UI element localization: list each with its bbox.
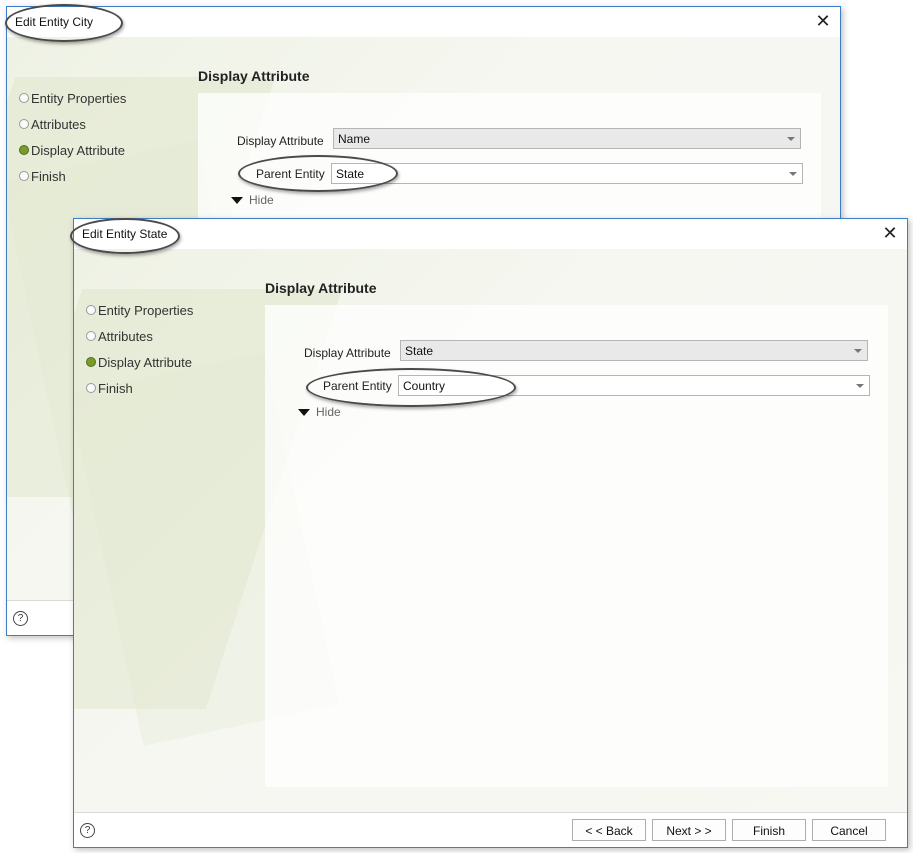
display-attribute-label: Display Attribute — [237, 134, 324, 148]
step-label: Finish — [98, 380, 133, 396]
wizard-steps: Entity Properties Attributes Display Att… — [19, 85, 126, 189]
parent-entity-value: State — [336, 167, 365, 181]
step-radio — [86, 383, 96, 393]
chevron-down-icon — [854, 349, 862, 353]
step-radio — [19, 171, 29, 181]
finish-button[interactable]: Finish — [732, 819, 806, 841]
step-label: Finish — [31, 168, 66, 184]
step-display-attribute[interactable]: Display Attribute — [86, 349, 193, 375]
section-title: Display Attribute — [198, 68, 310, 84]
hide-label: Hide — [249, 193, 274, 207]
display-attribute-value: State — [405, 344, 434, 358]
display-attribute-label: Display Attribute — [304, 346, 391, 360]
parent-entity-value: Country — [403, 379, 446, 393]
cancel-button[interactable]: Cancel — [812, 819, 886, 841]
step-entity-properties[interactable]: Entity Properties — [19, 85, 126, 111]
step-attributes[interactable]: Attributes — [86, 323, 193, 349]
section-title: Display Attribute — [265, 280, 377, 296]
dialog-body: Entity Properties Attributes Display Att… — [74, 249, 907, 813]
chevron-down-icon — [856, 384, 864, 388]
back-button[interactable]: < < Back — [572, 819, 646, 841]
step-radio — [19, 119, 29, 129]
step-label: Entity Properties — [98, 302, 194, 318]
help-icon[interactable]: ? — [80, 823, 95, 838]
step-finish[interactable]: Finish — [19, 163, 126, 189]
title-bar[interactable]: Edit Entity City ✕ — [7, 7, 840, 37]
hide-toggle[interactable]: Hide — [298, 405, 341, 419]
display-attribute-value: Name — [338, 132, 371, 146]
close-icon[interactable]: ✕ — [881, 224, 899, 242]
wizard-steps: Entity Properties Attributes Display Att… — [86, 297, 193, 401]
hide-label: Hide — [316, 405, 341, 419]
triangle-down-icon — [231, 196, 243, 204]
display-attribute-select[interactable]: State — [400, 340, 868, 361]
step-label: Attributes — [31, 116, 86, 132]
step-radio — [86, 305, 96, 315]
hide-toggle[interactable]: Hide — [231, 193, 274, 207]
chevron-down-icon — [789, 172, 797, 176]
step-label: Display Attribute — [98, 354, 192, 370]
edit-entity-state-dialog: Edit Entity State ✕ Entity Properties At… — [73, 218, 908, 848]
step-label: Display Attribute — [31, 142, 125, 158]
display-attribute-select[interactable]: Name — [333, 128, 801, 149]
dialog-title: Edit Entity City — [15, 15, 94, 29]
step-radio-active — [19, 145, 29, 155]
step-label: Entity Properties — [31, 90, 127, 106]
step-label: Attributes — [98, 328, 153, 344]
parent-entity-select[interactable]: Country — [398, 375, 870, 396]
step-attributes[interactable]: Attributes — [19, 111, 126, 137]
step-radio — [86, 331, 96, 341]
triangle-down-icon — [298, 408, 310, 416]
dialog-title: Edit Entity State — [82, 227, 168, 241]
parent-entity-label: Parent Entity — [256, 167, 325, 181]
dialog-footer: ? < < Back Next > > Finish Cancel — [74, 812, 907, 847]
step-finish[interactable]: Finish — [86, 375, 193, 401]
step-entity-properties[interactable]: Entity Properties — [86, 297, 193, 323]
next-button[interactable]: Next > > — [652, 819, 726, 841]
step-radio-active — [86, 357, 96, 367]
title-bar[interactable]: Edit Entity State ✕ — [74, 219, 907, 249]
parent-entity-label: Parent Entity — [323, 379, 392, 393]
parent-entity-select[interactable]: State — [331, 163, 803, 184]
step-radio — [19, 93, 29, 103]
close-icon[interactable]: ✕ — [814, 12, 832, 30]
step-display-attribute[interactable]: Display Attribute — [19, 137, 126, 163]
chevron-down-icon — [787, 137, 795, 141]
help-icon[interactable]: ? — [13, 611, 28, 626]
